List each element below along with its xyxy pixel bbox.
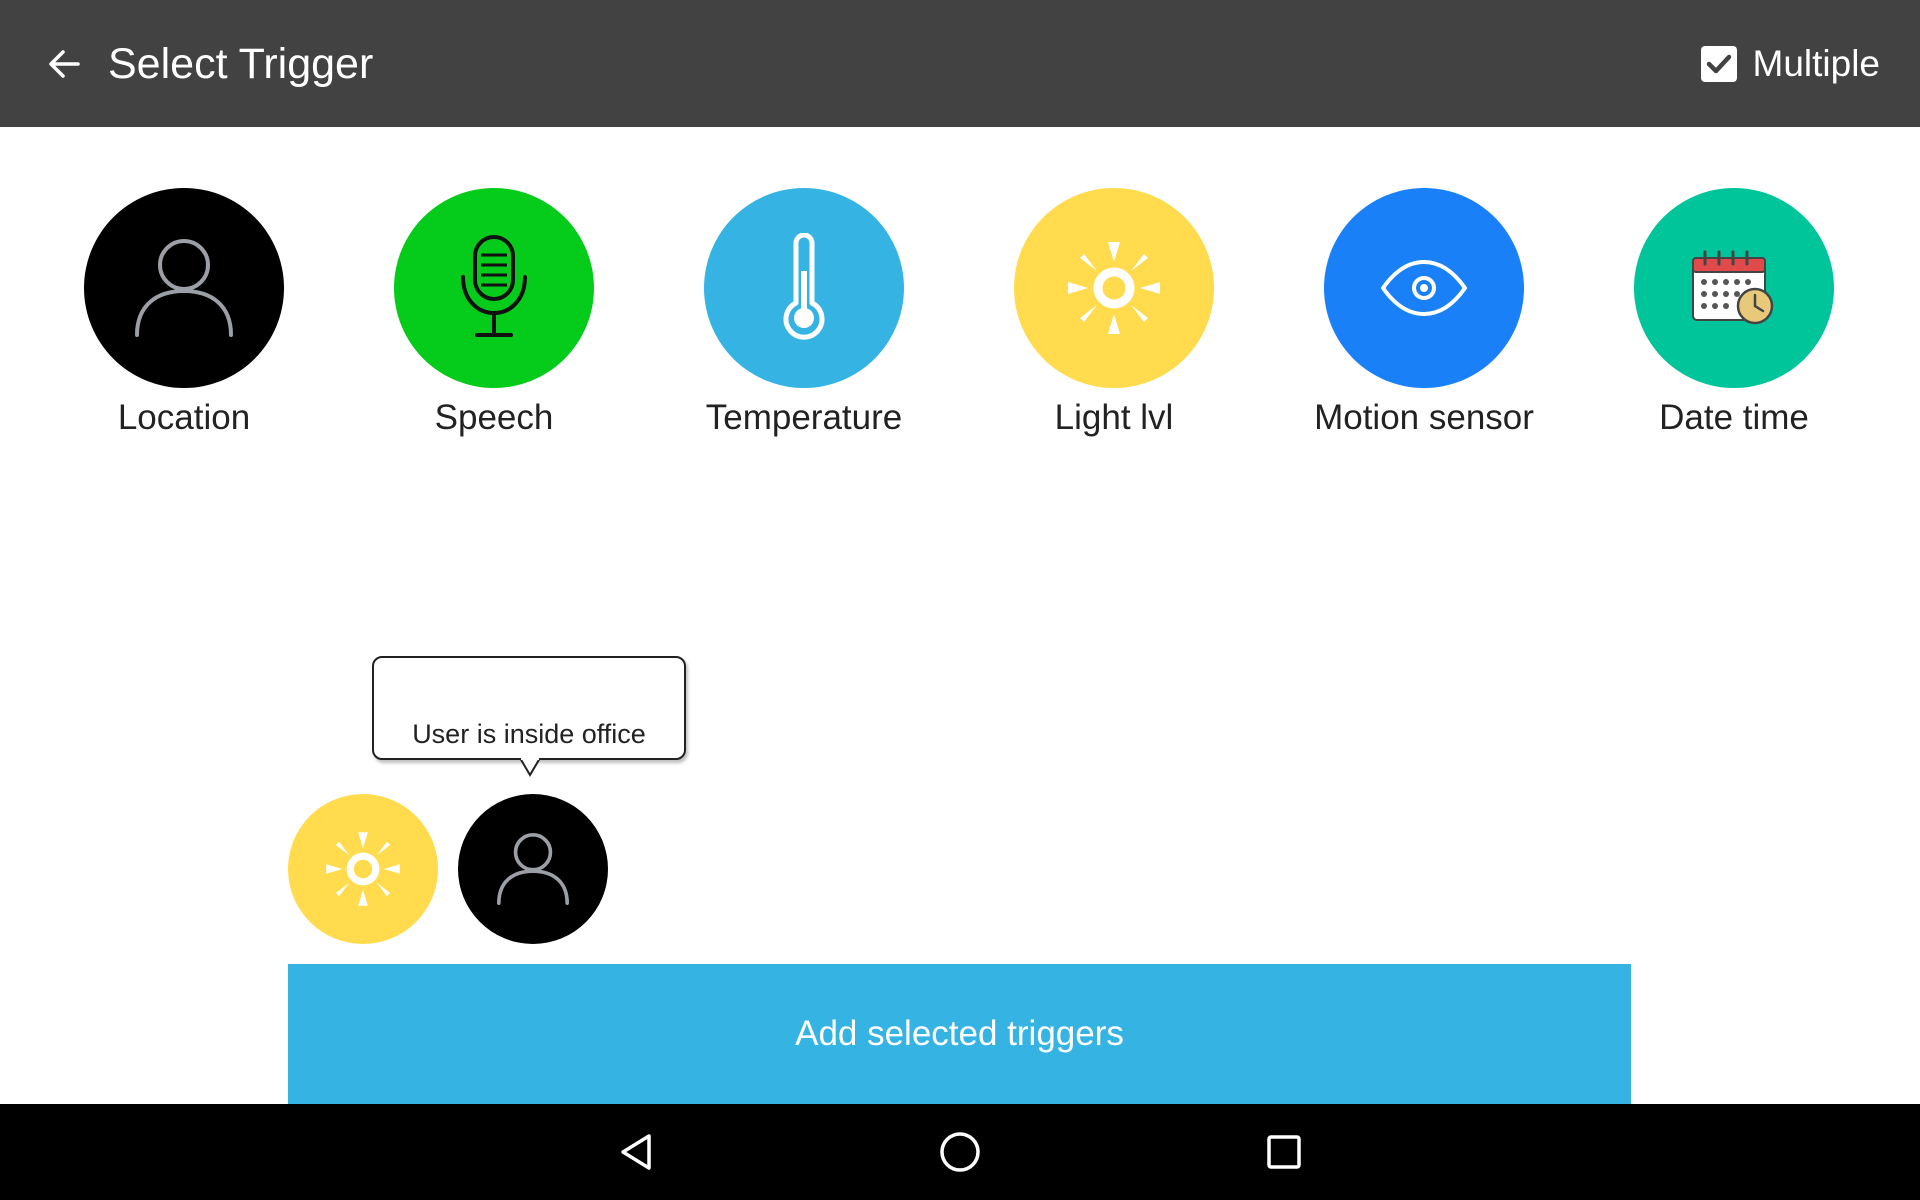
trigger-label: Speech bbox=[434, 398, 554, 437]
sun-icon bbox=[326, 832, 400, 906]
trigger-label: Motion sensor bbox=[1314, 398, 1534, 437]
trigger-temperature[interactable]: Temperature bbox=[649, 188, 959, 448]
system-nav-bar bbox=[0, 1104, 1920, 1200]
trigger-speech[interactable]: Speech bbox=[339, 188, 649, 448]
trigger-date-time-circle[interactable] bbox=[1634, 188, 1834, 388]
selected-trigger-light-level[interactable] bbox=[288, 794, 438, 944]
trigger-motion-sensor-circle[interactable] bbox=[1324, 188, 1524, 388]
trigger-label: Light lvl bbox=[1054, 398, 1174, 437]
person-icon bbox=[497, 833, 570, 906]
thermometer-icon bbox=[783, 233, 825, 340]
arrow-left-icon bbox=[49, 50, 80, 78]
calendar-clock-icon bbox=[1692, 250, 1774, 325]
page-title: Select Trigger bbox=[108, 40, 374, 88]
trigger-label: Date time bbox=[1659, 398, 1809, 437]
recents-square-icon bbox=[1267, 1135, 1301, 1169]
tooltip-text: User is inside office bbox=[412, 719, 646, 749]
trigger-motion-sensor[interactable]: Motion sensor bbox=[1269, 188, 1579, 448]
nav-back-button[interactable] bbox=[607, 1122, 667, 1182]
trigger-label: Location bbox=[117, 398, 251, 437]
trigger-temperature-circle[interactable] bbox=[704, 188, 904, 388]
selected-trigger-tooltip: User is inside office bbox=[372, 656, 686, 760]
trigger-label: Temperature bbox=[705, 398, 903, 437]
trigger-location[interactable]: Location bbox=[29, 188, 339, 448]
multiple-label: Multiple bbox=[1752, 43, 1881, 84]
multiple-toggle[interactable]: Multiple bbox=[1700, 40, 1881, 88]
multiple-checkbox[interactable] bbox=[1700, 46, 1737, 82]
microphone-icon bbox=[461, 235, 527, 337]
nav-recents-button[interactable] bbox=[1254, 1122, 1314, 1182]
person-icon bbox=[135, 239, 233, 337]
back-button[interactable] bbox=[40, 40, 88, 88]
trigger-options: Location Speech Temperature Light lvl Mo… bbox=[0, 188, 1920, 448]
back-triangle-icon bbox=[621, 1134, 651, 1170]
add-selected-triggers-button[interactable]: Add selected triggers bbox=[288, 964, 1631, 1104]
eye-icon bbox=[1381, 260, 1467, 316]
trigger-location-circle[interactable] bbox=[84, 188, 284, 388]
selected-trigger-location[interactable] bbox=[458, 794, 608, 944]
home-circle-icon bbox=[940, 1132, 980, 1172]
trigger-date-time[interactable]: Date time bbox=[1579, 188, 1889, 448]
app-bar: Select Trigger Multiple bbox=[0, 0, 1920, 127]
trigger-light-level-circle[interactable] bbox=[1014, 188, 1214, 388]
trigger-light-level[interactable]: Light lvl bbox=[959, 188, 1269, 448]
tooltip-pointer bbox=[519, 758, 541, 777]
checkmark-icon bbox=[1706, 54, 1731, 74]
trigger-speech-circle[interactable] bbox=[394, 188, 594, 388]
sun-icon bbox=[1068, 242, 1160, 334]
nav-home-button[interactable] bbox=[930, 1122, 990, 1182]
